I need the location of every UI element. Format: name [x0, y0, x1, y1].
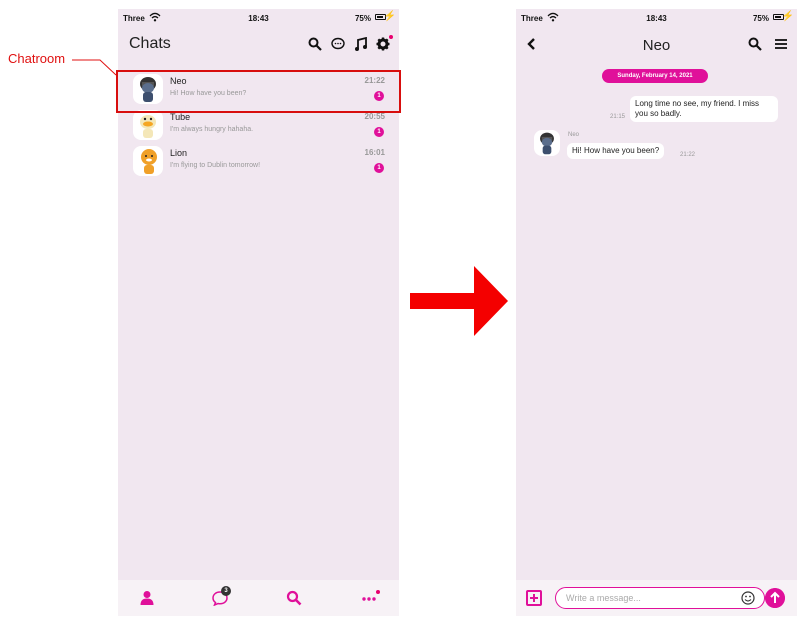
chat-name: Tube — [170, 112, 191, 122]
message-composer — [516, 580, 797, 616]
emoji-icon[interactable] — [741, 591, 755, 605]
page-title: Chats — [129, 35, 171, 52]
send-button[interactable] — [765, 588, 785, 608]
outgoing-message-bubble[interactable]: Long time no see, my friend. I miss you … — [630, 96, 778, 122]
more-icon[interactable] — [361, 590, 377, 606]
chat-count-badge: 3 — [221, 586, 231, 596]
status-bar: Three 18:43 75% ⚡ — [118, 9, 399, 27]
annotation-highlight-box — [116, 70, 401, 113]
chat-time: 20:55 — [364, 112, 385, 121]
search-icon[interactable] — [286, 590, 302, 606]
battery-percent: 75% — [354, 14, 371, 23]
avatar[interactable] — [534, 130, 560, 156]
message-time: 21:15 — [610, 114, 626, 120]
avatar — [133, 110, 163, 140]
charging-icon: ⚡ — [383, 11, 396, 22]
unread-badge: 1 — [374, 127, 384, 137]
lion-avatar-icon — [141, 149, 157, 174]
incoming-message-bubble[interactable]: Hi! How have you been? — [567, 143, 665, 159]
notification-dot — [389, 35, 393, 39]
gear-icon[interactable] — [376, 37, 390, 51]
annotation-leader-line — [72, 59, 117, 76]
tube-avatar-icon — [140, 115, 156, 138]
chat-preview: I'm always hungry hahaha. — [170, 126, 254, 133]
arrow-right-icon — [410, 266, 508, 336]
search-icon[interactable] — [308, 37, 322, 51]
message-time: 21:22 — [680, 152, 696, 158]
chat-time: 16:01 — [364, 148, 385, 157]
avatar — [133, 146, 163, 176]
chat-row-lion[interactable]: Lion I'm flying to Dublin tomorrow! 16:0… — [118, 144, 399, 180]
chat-room-screen: Three 18:43 75% ⚡ Neo Sunday, February 1… — [516, 9, 797, 616]
status-bar: Three 18:43 75% ⚡ — [516, 9, 797, 27]
tab-bar: 3 — [118, 580, 399, 616]
chat-row-tube[interactable]: Tube I'm always hungry hahaha. 20:55 1 — [118, 108, 399, 144]
chat-name: Lion — [170, 148, 188, 158]
search-icon[interactable] — [748, 37, 762, 51]
notification-dot — [376, 590, 380, 594]
unread-badge: 1 — [374, 163, 384, 173]
menu-icon[interactable] — [774, 37, 788, 51]
attach-plus-button[interactable] — [526, 590, 542, 606]
date-separator: Sunday, February 14, 2021 — [602, 69, 708, 83]
charging-icon: ⚡ — [781, 11, 794, 22]
chat-bubble-icon[interactable] — [331, 37, 345, 51]
person-icon[interactable] — [139, 590, 155, 606]
message-input[interactable] — [555, 587, 765, 609]
chat-preview: I'm flying to Dublin tomorrow! — [170, 162, 261, 169]
sender-name: Neo — [568, 132, 580, 138]
battery-percent: 75% — [752, 14, 769, 23]
music-note-icon[interactable] — [354, 37, 368, 51]
neo-avatar-icon — [540, 132, 554, 155]
